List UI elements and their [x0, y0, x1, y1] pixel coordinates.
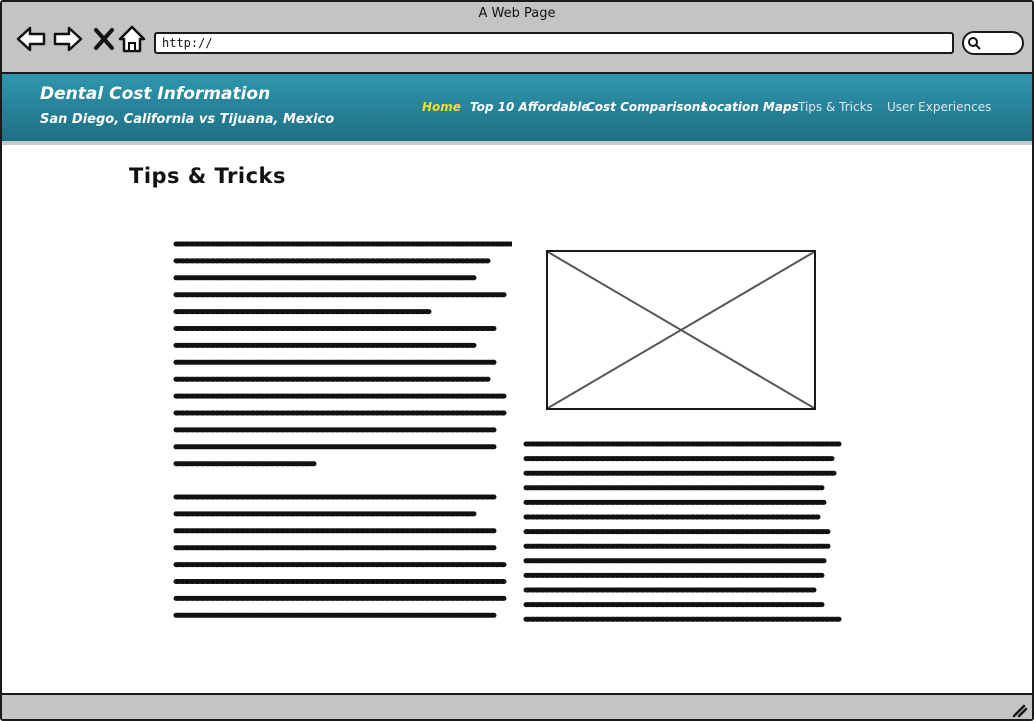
nav-top-10-affordable[interactable]: Top 10 Affordable — [470, 100, 590, 114]
site-header: Dental Cost Information San Diego, Calif… — [2, 74, 1032, 145]
image-placeholder — [546, 250, 816, 410]
site-title[interactable]: Dental Cost Information — [40, 84, 270, 104]
text-paragraph-3 — [523, 441, 843, 622]
browser-window: A Web Page http:// Dental Cost Informati… — [0, 0, 1034, 721]
home-icon[interactable] — [117, 24, 147, 54]
text-paragraph-2 — [173, 494, 509, 618]
image-placeholder-icon — [547, 251, 815, 409]
site-subtitle: San Diego, California vs Tijuana, Mexico — [40, 112, 335, 127]
nav-location-maps[interactable]: Location Maps — [701, 100, 799, 114]
browser-search-field[interactable] — [962, 31, 1024, 55]
back-arrow-icon[interactable] — [16, 24, 46, 54]
nav-tips-and-tricks[interactable]: Tips & Tricks — [798, 100, 873, 114]
forward-arrow-icon[interactable] — [53, 24, 83, 54]
browser-chrome: A Web Page http:// — [2, 2, 1032, 74]
page-title: Tips & Tricks — [129, 164, 286, 188]
close-x-icon[interactable] — [90, 24, 120, 54]
window-title: A Web Page — [478, 6, 556, 21]
text-paragraph-1 — [173, 241, 512, 467]
magnifier-icon — [968, 37, 981, 50]
nav-cost-comparisons[interactable]: Cost Comparisons — [586, 100, 707, 114]
resize-grip-icon[interactable] — [1010, 702, 1028, 718]
nav-user-experiences[interactable]: User Experiences — [887, 100, 991, 114]
nav-home[interactable]: Home — [422, 100, 461, 114]
status-bar — [2, 693, 1032, 719]
address-bar[interactable]: http:// — [154, 32, 954, 54]
